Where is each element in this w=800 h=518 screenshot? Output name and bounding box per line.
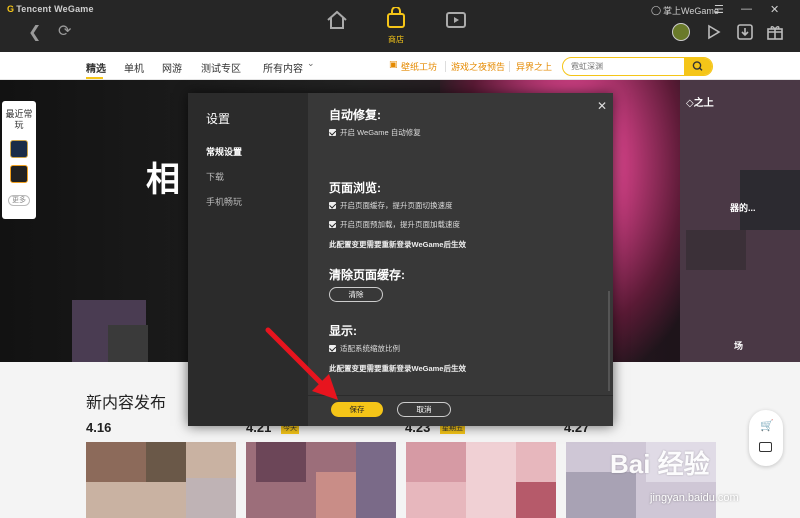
divider <box>509 61 510 72</box>
clear-cache-button[interactable]: 清除 <box>329 287 383 302</box>
divider <box>308 395 613 396</box>
relogin-note: 此配置变更需要重新登录WeGame后生效 <box>329 240 466 249</box>
banner-text: ◇之上 <box>686 98 714 109</box>
game-night-link[interactable]: 游戏之夜预告 <box>451 60 505 73</box>
game-card[interactable] <box>406 442 556 518</box>
page-cache-option[interactable]: 开启页面缓存，提升页面切换速度 <box>329 200 453 211</box>
settings-sidebar: 设置 常规设置 下载 手机畅玩 <box>188 93 308 426</box>
release-date: 4.16 <box>86 420 112 435</box>
banner-text: 器的... <box>730 203 756 213</box>
tab-all-content[interactable]: 所有内容 <box>263 60 303 75</box>
watermark-url: jingyan.baidu.com <box>650 492 739 504</box>
dpi-scaling-option[interactable]: 适配系统缩放比例 <box>329 343 400 354</box>
sidebar-item-general[interactable]: 常规设置 <box>206 145 242 158</box>
sidebar-item-mobile[interactable]: 手机畅玩 <box>206 195 242 208</box>
game-card[interactable] <box>86 442 236 518</box>
hero-title: 相 <box>146 160 180 200</box>
dialog-title: 设置 <box>206 112 231 126</box>
cancel-button[interactable]: 取消 <box>397 402 451 417</box>
settings-content <box>308 93 613 426</box>
search-icon <box>692 61 703 71</box>
watermark-logo: Bai 经验 <box>610 449 710 479</box>
sidebar-item-download[interactable]: 下载 <box>206 170 224 183</box>
game-icon-lol[interactable] <box>10 140 28 158</box>
recent-games-label: 最近常玩 <box>5 109 33 130</box>
more-games-button[interactable]: 更多 <box>8 195 30 206</box>
search-box[interactable] <box>562 57 713 76</box>
tab-featured[interactable]: 精选 <box>86 60 106 75</box>
settings-dialog: 设置 常规设置 下载 手机畅玩 ✕ 自动修复: 开启 WeGame 自动修复 页… <box>188 93 613 426</box>
auto-repair-option[interactable]: 开启 WeGame 自动修复 <box>329 127 421 138</box>
cart-icon[interactable]: 🛒 <box>760 419 774 432</box>
banner-text: 场 <box>734 341 744 351</box>
checkbox-checked[interactable] <box>329 345 336 352</box>
floating-toolbar: 🛒 <box>749 410 783 466</box>
gamepad-icon[interactable] <box>705 23 723 41</box>
section-heading-browse: 页面浏览: <box>329 181 381 195</box>
gift-icon[interactable] <box>766 23 784 41</box>
app-logo: G Tencent WeGame <box>7 4 94 14</box>
home-icon[interactable] <box>322 10 352 44</box>
avatar[interactable] <box>672 23 690 41</box>
search-input[interactable] <box>571 60 681 73</box>
section-title: 新内容发布 <box>86 395 167 412</box>
mosaic-block <box>740 170 800 230</box>
download-icon[interactable] <box>736 23 754 41</box>
mosaic-block <box>686 230 746 270</box>
wallpaper-icon: ▣ <box>389 59 398 69</box>
section-heading-clear-cache: 清除页面缓存: <box>329 268 405 282</box>
checkbox-checked[interactable] <box>329 221 336 228</box>
coupon-icon[interactable] <box>759 442 772 452</box>
back-icon[interactable]: ❮ <box>28 22 41 42</box>
checkbox-checked[interactable] <box>329 202 336 209</box>
minimize-icon[interactable]: — <box>741 3 752 15</box>
refresh-icon[interactable]: ⟳ <box>58 21 71 41</box>
section-heading-auto-repair: 自动修复: <box>329 108 381 122</box>
chevron-down-icon[interactable]: ⌄ <box>307 58 315 69</box>
save-button[interactable]: 保存 <box>331 402 383 417</box>
otherworld-link[interactable]: 异界之上 <box>516 60 552 73</box>
scrollbar[interactable] <box>608 291 610 391</box>
video-icon[interactable] <box>441 10 471 44</box>
menu-icon[interactable]: ☰ <box>714 3 724 16</box>
tab-single-player[interactable]: 单机 <box>124 60 144 75</box>
mosaic-block <box>108 325 148 362</box>
mobile-wegame-link[interactable]: 掌上WeGame <box>663 4 719 17</box>
divider <box>445 61 446 72</box>
tab-test-zone[interactable]: 测试专区 <box>201 60 241 75</box>
close-window-icon[interactable]: ✕ <box>770 3 779 16</box>
game-icon-cf[interactable] <box>10 165 28 183</box>
tab-online[interactable]: 网游 <box>162 60 182 75</box>
relogin-note: 此配置变更需要重新登录WeGame后生效 <box>329 364 466 373</box>
active-tab-indicator <box>86 77 103 79</box>
title-bar: G Tencent WeGame ❮ ⟳ 商店 ◯ 掌上WeGame ☰ — ✕ <box>0 0 800 52</box>
section-heading-display: 显示: <box>329 324 357 338</box>
close-icon[interactable]: ✕ <box>597 99 607 113</box>
phone-icon[interactable]: ◯ <box>651 5 661 16</box>
store-label[interactable]: 商店 <box>388 34 404 45</box>
checkbox-checked[interactable] <box>329 129 336 136</box>
game-card[interactable] <box>246 442 396 518</box>
search-button[interactable] <box>684 58 712 75</box>
wallpaper-workshop-link[interactable]: 壁纸工坊 <box>401 60 437 73</box>
recent-games-panel: 最近常玩 更多 <box>2 101 36 219</box>
preload-option[interactable]: 开启页面预加载，提升页面加载速度 <box>329 219 460 230</box>
